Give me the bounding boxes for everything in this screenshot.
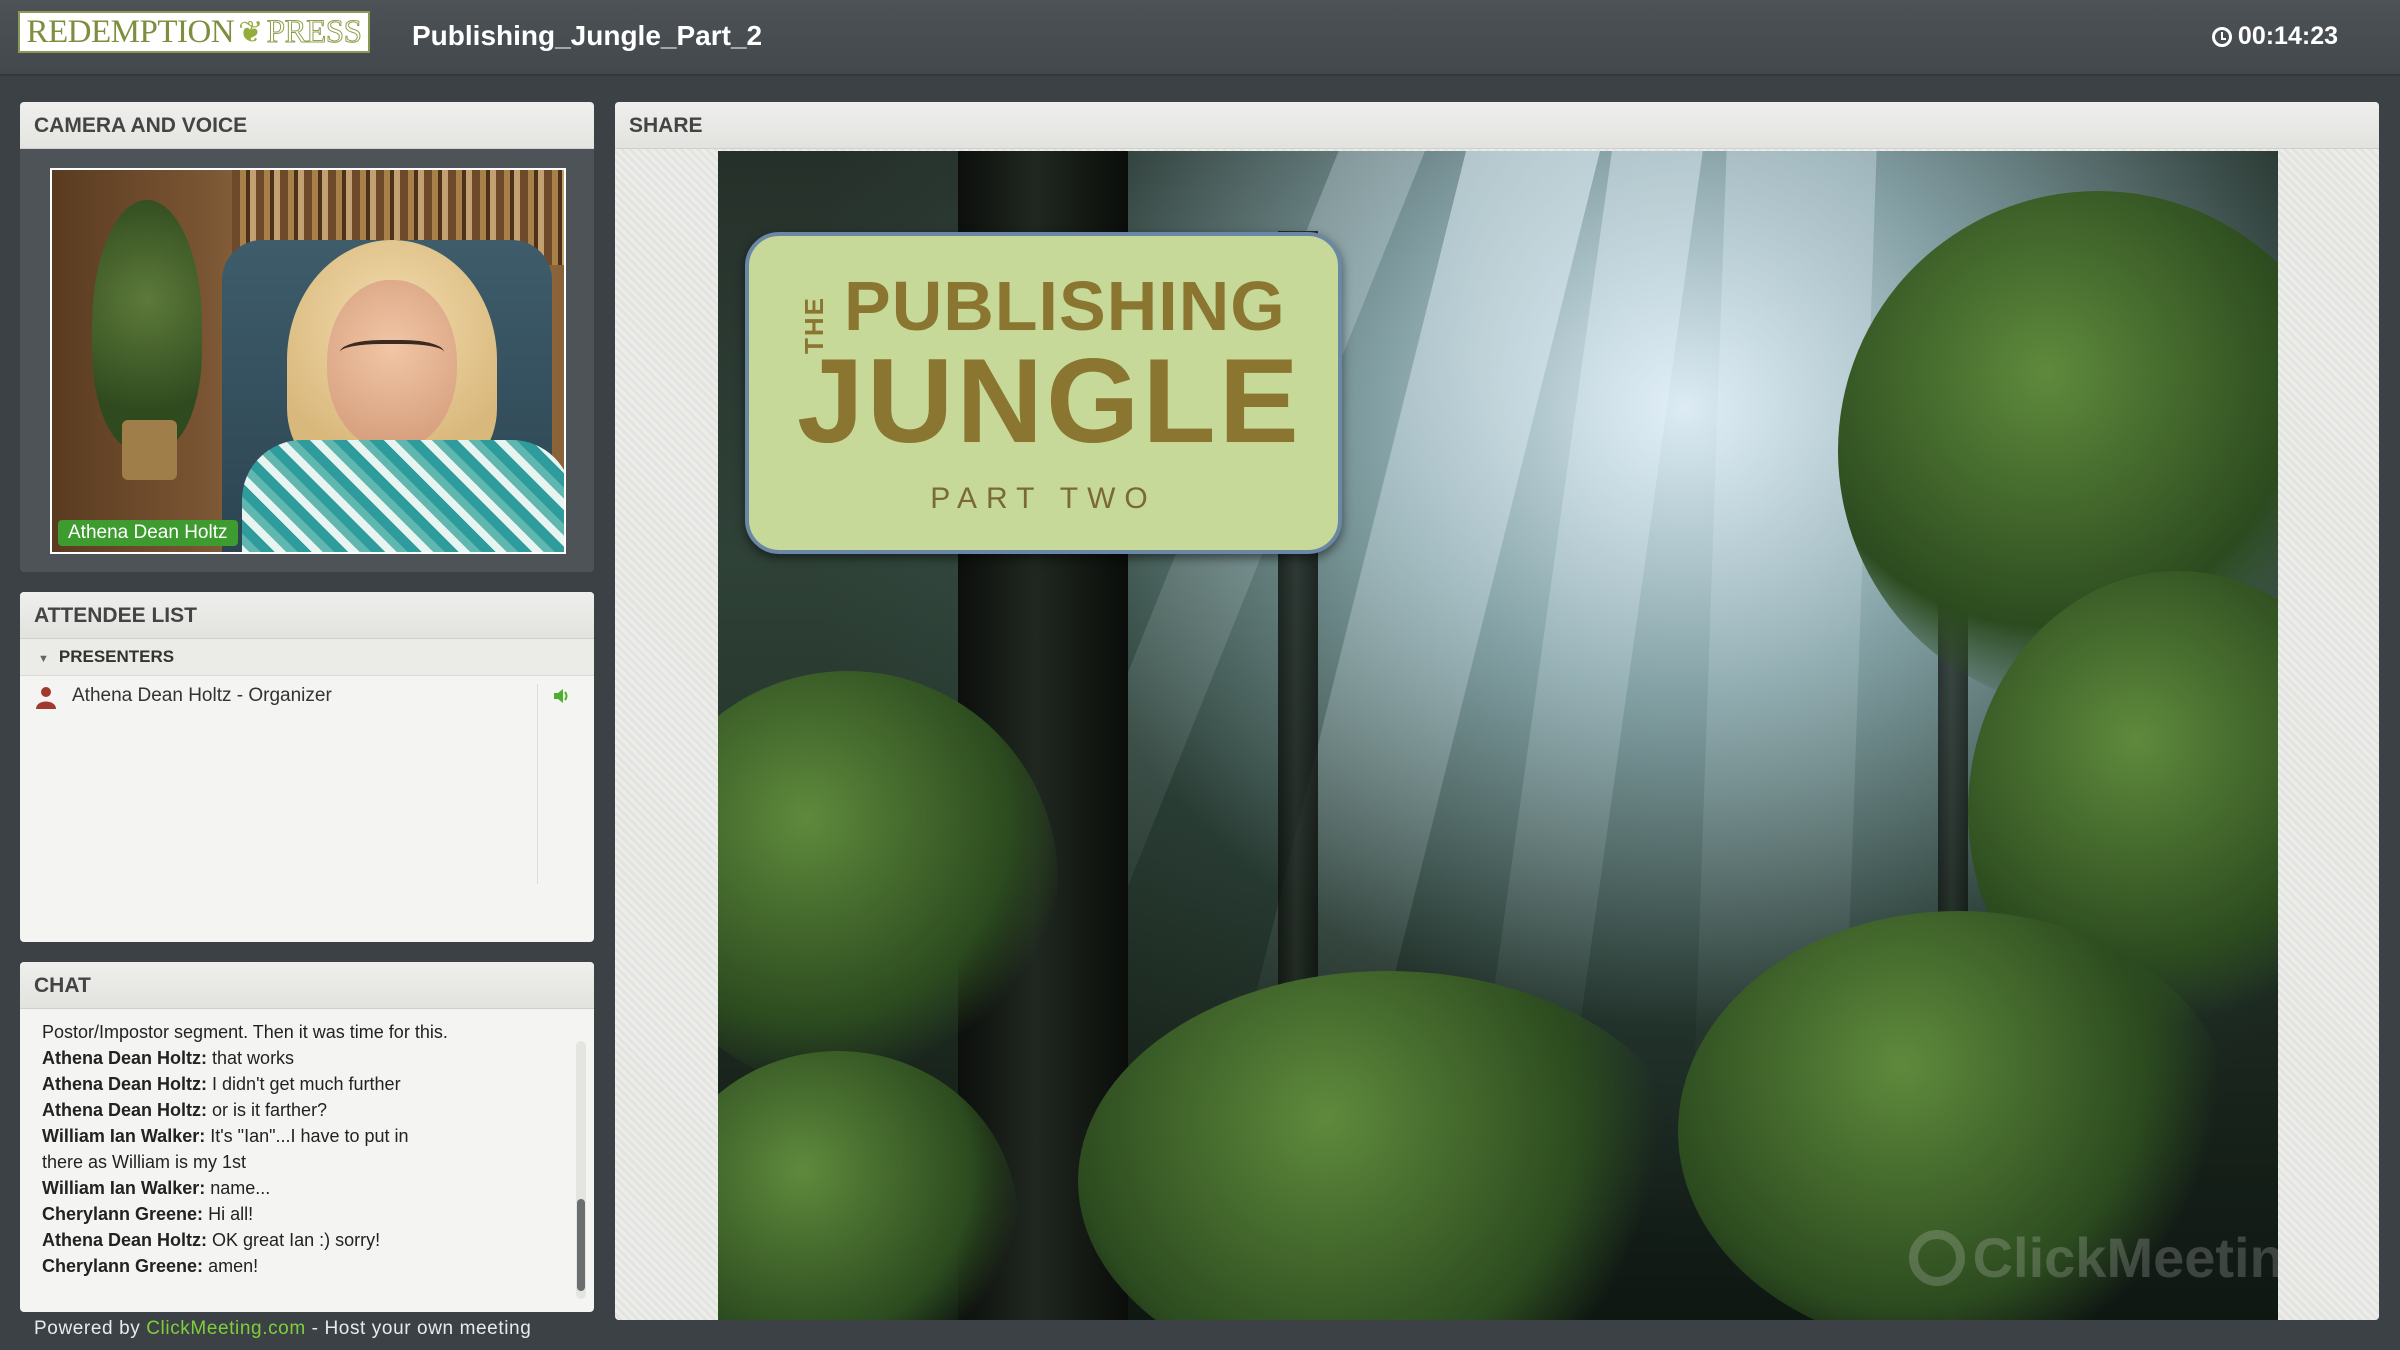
chat-text: that works [212, 1048, 295, 1068]
attendee-name: Athena Dean Holtz - Organizer [72, 685, 332, 706]
top-bar: REDEMPTION ❦ PRESS Publishing_Jungle_Par… [0, 0, 2400, 76]
chat-text: Hi all! [208, 1204, 254, 1224]
chat-sender: Cherylann Greene: [42, 1204, 204, 1224]
chat-text: OK great Ian :) sorry! [212, 1230, 381, 1250]
speaker-icon[interactable] [552, 686, 572, 706]
chat-sender: William Ian Walker: [42, 1126, 206, 1146]
clickmeeting-link[interactable]: ClickMeeting.com [146, 1318, 306, 1339]
footer: Powered by ClickMeeting.com - Host your … [34, 1318, 531, 1340]
chat-text: It's "Ian"...I have to put in [210, 1126, 409, 1146]
chat-message: Athena Dean Holtz: OK great Ian :) sorry… [42, 1227, 572, 1253]
chat-message: Cherylann Greene: amen! [42, 1253, 572, 1279]
chat-sender: Athena Dean Holtz: [42, 1230, 208, 1250]
chat-message: William Ian Walker: name... [42, 1175, 572, 1201]
attendee-row[interactable]: Athena Dean Holtz - Organizer [20, 676, 594, 716]
elapsed-timer: 00:14:23 [2211, 22, 2338, 51]
chat-panel: CHAT Postor/Impostor segment. Then it wa… [20, 962, 594, 1312]
chat-sender: Cherylann Greene: [42, 1256, 204, 1276]
leaf-icon: ❦ [238, 15, 263, 49]
chat-text: amen! [208, 1256, 259, 1276]
chat-scrollbar[interactable] [576, 1041, 586, 1299]
chat-message: Athena Dean Holtz: that works [42, 1045, 572, 1071]
chat-text: or is it farther? [212, 1100, 328, 1120]
foliage [1078, 971, 1698, 1320]
attendee-list-panel: ATTENDEE LIST ▼ PRESENTERS Athena Dean Ho… [20, 592, 594, 942]
chat-message: Postor/Impostor segment. Then it was tim… [42, 1019, 572, 1045]
chat-text: Postor/Impostor segment. Then it was tim… [42, 1022, 448, 1042]
elapsed-time: 00:14:23 [2237, 22, 2338, 50]
presenters-group-label: PRESENTERS [58, 647, 175, 666]
share-panel-header: SHARE [615, 102, 2379, 149]
share-area: THE PUBLISHING JUNGLE PART TWO ClickMeet… [615, 149, 2379, 1320]
chat-text: I didn't get much further [212, 1074, 401, 1094]
chat-sender: Athena Dean Holtz: [42, 1048, 208, 1068]
camera-voice-panel: CAMERA AND VOICE Athena Dean Holtz [20, 102, 594, 572]
chat-message: William Ian Walker: It's "Ian"...I have … [42, 1123, 572, 1149]
plant-pot [122, 420, 177, 480]
chat-text: there as William is my 1st [42, 1152, 247, 1172]
chat-scrollbar-thumb[interactable] [577, 1199, 585, 1291]
chat-message: Cherylann Greene: Hi all! [42, 1201, 572, 1227]
chat-message: there as William is my 1st [42, 1149, 572, 1175]
slide-title-card: THE PUBLISHING JUNGLE PART TWO [745, 232, 1342, 554]
plant [92, 200, 202, 450]
clock-icon [2211, 26, 2232, 47]
chat-sender: Athena Dean Holtz: [42, 1074, 208, 1094]
logo-press-text: PRESS [266, 13, 362, 50]
chat-messages[interactable]: Postor/Impostor segment. Then it was tim… [20, 1009, 594, 1299]
chat-sender: William Ian Walker: [42, 1178, 206, 1198]
share-panel: SHARE THE PUBLISHING JUNGLE PART TWO Cli… [615, 102, 2379, 1320]
chat-sender: Athena Dean Holtz: [42, 1100, 208, 1120]
redemption-press-logo: REDEMPTION ❦ PRESS [18, 11, 370, 53]
presenter-body [242, 440, 564, 552]
attendee-panel-header: ATTENDEE LIST [20, 592, 594, 639]
presenter-name-tag: Athena Dean Holtz [58, 520, 238, 546]
collapse-triangle-icon[interactable]: ▼ [38, 653, 49, 665]
slide-subtitle: PART TWO [930, 482, 1157, 515]
logo-main-text: REDEMPTION [26, 13, 235, 50]
watermark-text: ClickMeeting [1972, 1226, 2278, 1289]
meeting-title: Publishing_Jungle_Part_2 [412, 20, 763, 51]
chat-panel-header: CHAT [20, 962, 594, 1009]
presentation-slide[interactable]: THE PUBLISHING JUNGLE PART TWO ClickMeet… [718, 151, 2278, 1320]
clickmeeting-watermark: ClickMeeting [1908, 1225, 2278, 1290]
presenter-glasses [340, 340, 444, 370]
presenters-group[interactable]: ▼ PRESENTERS [20, 639, 594, 676]
presenter-video[interactable]: Athena Dean Holtz [50, 168, 566, 554]
chat-message: Athena Dean Holtz: I didn't get much fur… [42, 1071, 572, 1097]
attendee-column-divider [537, 684, 538, 884]
footer-suffix: - Host your own meeting [311, 1318, 532, 1339]
camera-panel-header: CAMERA AND VOICE [20, 102, 594, 149]
clickmeeting-logo-icon [1908, 1229, 1965, 1286]
person-icon [36, 687, 56, 709]
chat-text: name... [210, 1178, 271, 1198]
slide-title-jungle: JUNGLE [797, 334, 1302, 468]
powered-by-text: Powered by [34, 1318, 141, 1339]
chat-message: Athena Dean Holtz: or is it farther? [42, 1097, 572, 1123]
